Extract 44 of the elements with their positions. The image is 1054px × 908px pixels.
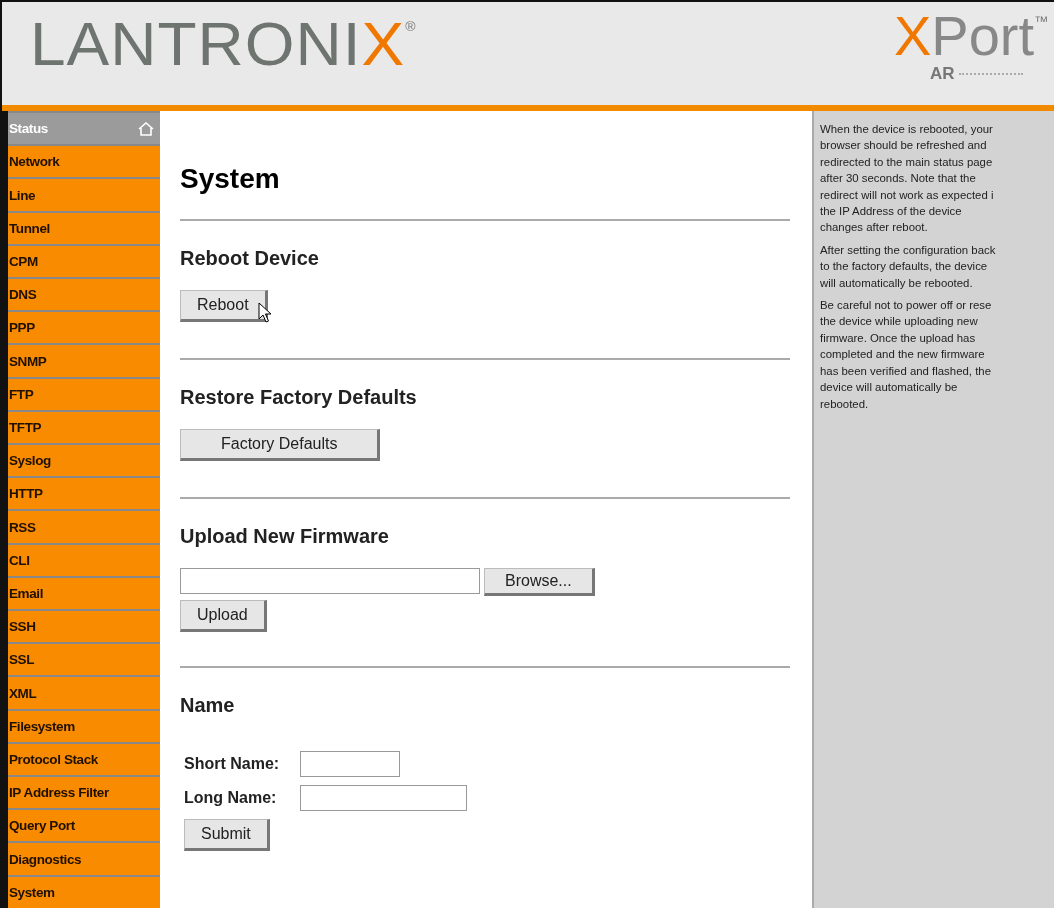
action-button[interactable]: Reboot: [180, 290, 268, 322]
nav-item[interactable]: IP Address Filter: [8, 777, 160, 809]
nav-item[interactable]: Protocol Stack: [8, 743, 160, 776]
nav-item[interactable]: DNS: [8, 279, 160, 311]
nav-item[interactable]: Diagnostics: [8, 843, 160, 875]
nav-item[interactable]: SSL: [8, 644, 160, 676]
help-paragraph: When the device is rebooted, your browser should be refreshed and redirected to the main status page after 30 seconds. Note that the redirect will not work as expected i the IP Address of the device changes after reboot.: [820, 122, 995, 236]
nav-item[interactable]: Email: [8, 577, 160, 610]
help-paragraph: After setting the configuration back to the factory defaults, the device will automatically be rebooted.: [820, 242, 997, 291]
field-label: Short Name:: [184, 755, 281, 773]
page-title: System: [180, 163, 281, 195]
nav-item[interactable]: Network: [8, 146, 160, 178]
nav-item[interactable]: SSH: [8, 611, 160, 643]
field-label: Long Name:: [184, 789, 278, 807]
nav-item[interactable]: RSS: [8, 511, 160, 543]
browse-button[interactable]: Browse...: [484, 568, 595, 596]
nav-item[interactable]: SNMP: [8, 345, 160, 377]
section-heading: Reboot Device: [180, 247, 319, 270]
nav-item[interactable]: XML: [8, 677, 160, 709]
nav-item[interactable]: System: [8, 876, 160, 908]
upload-button[interactable]: Upload: [180, 600, 267, 632]
section-heading: Name: [180, 694, 235, 717]
section-heading: Upload New Firmware: [180, 525, 389, 548]
nav-item[interactable]: Filesystem: [8, 710, 160, 742]
nav-item[interactable]: HTTP: [8, 478, 160, 510]
home-icon: [138, 121, 154, 136]
submit-button[interactable]: Submit: [184, 819, 270, 851]
nav-item[interactable]: CPM: [8, 245, 160, 277]
nav-item[interactable]: Tunnel: [8, 212, 160, 244]
help-paragraph: Be careful not to power off or rese the device while uploading new firmware. Once the upload has completed and the new firmware has been verified and flashed, the device will automatically be rebooted.: [820, 298, 993, 412]
file-path-field[interactable]: [180, 568, 480, 594]
name-field[interactable]: [300, 785, 467, 811]
name-field[interactable]: [300, 751, 400, 777]
nav-item[interactable]: Line: [8, 179, 160, 211]
nav-item[interactable]: CLI: [8, 544, 160, 576]
nav-item[interactable]: TFTP: [8, 411, 160, 444]
action-button[interactable]: Factory Defaults: [180, 429, 381, 461]
nav-item[interactable]: Query Port: [8, 810, 160, 842]
nav-item[interactable]: PPP: [8, 312, 160, 344]
product-logo: XPort$^{™}$ AR: [893, 8, 1048, 84]
brand-logo: LANTRONIX$^{®}$: [30, 13, 417, 75]
nav-item[interactable]: FTP: [8, 378, 160, 410]
section-heading: Restore Factory Defaults: [180, 386, 417, 409]
nav-item[interactable]: Syslog: [8, 445, 160, 477]
